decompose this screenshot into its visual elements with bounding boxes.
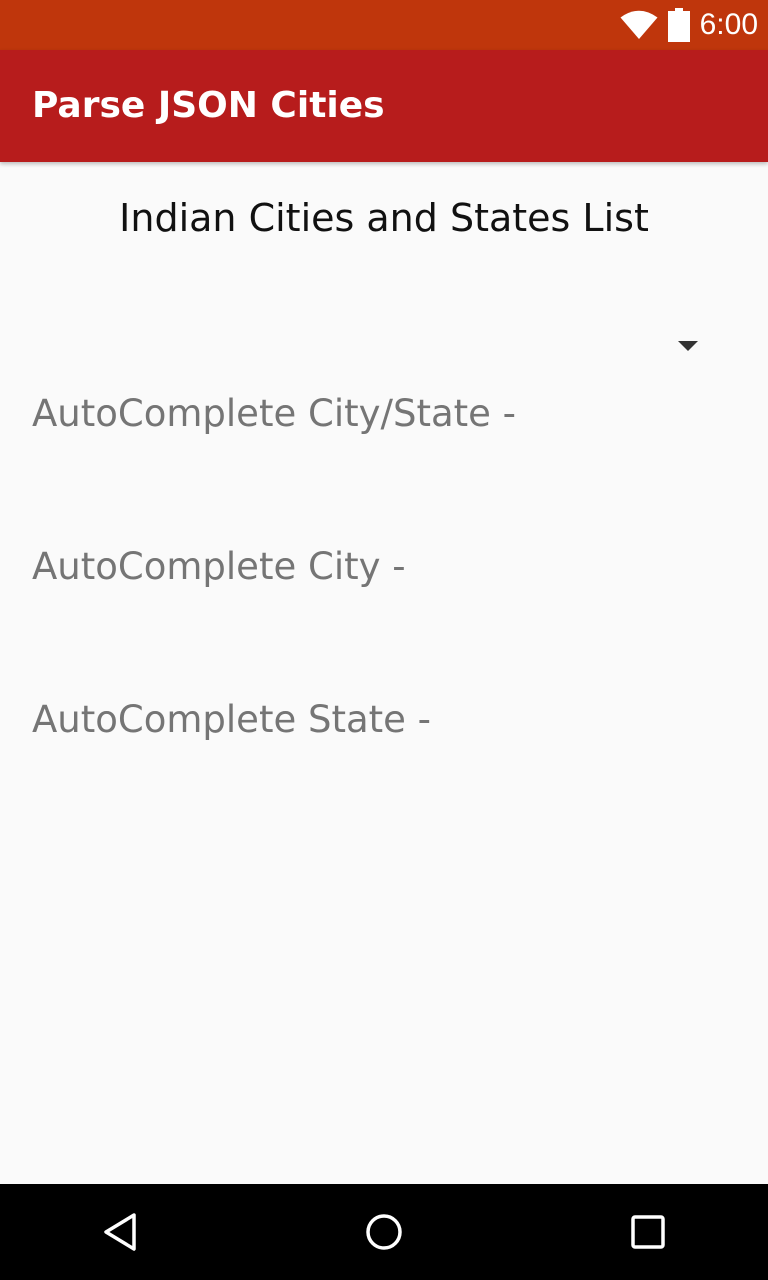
status-icons: 6:00	[620, 0, 758, 50]
home-icon	[366, 1214, 402, 1250]
autocomplete-state-hint: AutoComplete State -	[32, 698, 432, 741]
app-bar: Parse JSON Cities	[0, 50, 768, 162]
status-clock: 6:00	[699, 8, 758, 41]
recents-button[interactable]	[600, 1184, 696, 1280]
recents-icon	[631, 1215, 665, 1249]
autocomplete-city-state-field[interactable]: AutoComplete City/State -	[32, 374, 736, 454]
app-screen: 6:00 Parse JSON Cities Indian Cities and…	[0, 0, 768, 1280]
app-title: Parse JSON Cities	[32, 85, 385, 126]
back-icon	[104, 1213, 136, 1251]
back-button[interactable]	[72, 1184, 168, 1280]
autocomplete-city-field[interactable]: AutoComplete City -	[32, 527, 736, 607]
status-bar: 6:00	[0, 0, 768, 50]
navigation-bar	[0, 1184, 768, 1280]
wifi-icon	[620, 10, 658, 39]
battery-icon	[667, 8, 690, 42]
autocomplete-city-hint: AutoComplete City -	[32, 545, 406, 588]
dropdown-arrow-icon[interactable]	[678, 341, 698, 351]
autocomplete-city-state-hint: AutoComplete City/State -	[32, 392, 517, 435]
autocomplete-state-field[interactable]: AutoComplete State -	[32, 680, 736, 760]
city-state-spinner[interactable]	[32, 310, 736, 382]
home-button[interactable]	[336, 1184, 432, 1280]
page-heading: Indian Cities and States List	[119, 196, 649, 240]
